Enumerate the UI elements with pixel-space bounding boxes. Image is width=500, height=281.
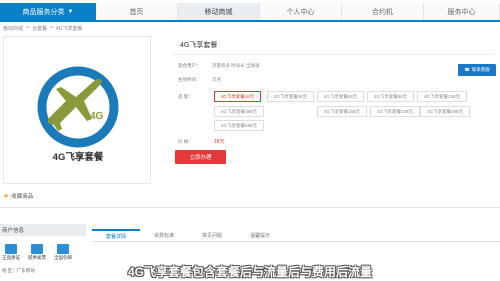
video-subtitle: 4G飞享套餐包含套餐后与流量后与费用后流量: [127, 265, 372, 279]
price-label: 价 格：: [178, 139, 193, 144]
star-icon: ★: [3, 193, 10, 200]
product-image-caption: 4G飞享套餐: [52, 152, 104, 163]
price-value: 18元: [214, 139, 225, 145]
nav-mall[interactable]: 移动商城: [178, 3, 260, 20]
free-shipping-label: 全国包邮: [54, 255, 72, 260]
contact-service-label: 联系客服: [471, 67, 490, 72]
package-option-158[interactable]: 4G飞享套餐158元: [317, 106, 367, 117]
suitable-users-label: 适合用户：: [178, 63, 201, 68]
tab-fee-standard[interactable]: 资费标准: [140, 229, 188, 241]
genuine-guarantee: 正品保证: [2, 244, 20, 261]
package-option-138[interactable]: 4G飞享套餐138元: [417, 91, 467, 102]
effective-time-label: 生效时间：: [178, 77, 201, 82]
category-label: 商品服务分类: [22, 8, 65, 16]
package-option-58[interactable]: 4G飞享套餐58元: [317, 91, 364, 102]
invoice-icon: [31, 244, 43, 254]
breadcrumb-separator: >: [49, 25, 53, 31]
invoice-provided: 提供发票: [28, 244, 46, 261]
package-option-38[interactable]: 4G飞享套餐38元: [267, 91, 314, 102]
favorite-label: 收藏商品: [11, 194, 34, 200]
tab-package-details[interactable]: 套餐详情: [92, 229, 140, 241]
package-option-18[interactable]: 4G飞享套餐18元: [214, 91, 261, 102]
package-option-588[interactable]: 4G飞享套餐588元: [214, 120, 264, 131]
breadcrumb: 移动商城 > 合套餐 > 4G飞享套餐: [3, 25, 83, 32]
product-title: 4G飞享套餐: [180, 42, 218, 49]
tab-tips[interactable]: 温馨提示: [236, 229, 284, 241]
section-divider: [0, 207, 500, 208]
nav-personal[interactable]: 个人中心: [260, 3, 342, 20]
headset-icon: ☎: [464, 67, 470, 72]
contact-service-button[interactable]: ☎ 联系客服: [458, 64, 496, 76]
detail-tabs: 套餐详情 资费标准 常见问题 温馨提示: [92, 229, 500, 242]
package-option-88[interactable]: 4G飞享套餐88元: [367, 91, 414, 102]
package-option-388[interactable]: 4G飞享套餐388元: [214, 106, 264, 117]
tab-faq[interactable]: 常见问题: [188, 229, 236, 241]
product-info: 适合用户： 流量很多 时间长 全球通 生效时间： 次月 选 套： 4G飞享套餐1…: [172, 54, 494, 156]
top-nav: 商品服务分类 ▼ 首页 移动商城 个人中心 合约机 服务中心: [0, 3, 500, 22]
effective-time-value: 次月: [212, 77, 221, 82]
invoice-label: 提供发票: [28, 255, 46, 260]
page: 商品服务分类 ▼ 首页 移动商城 个人中心 合约机 服务中心 移动商城 > 合套…: [0, 0, 500, 281]
suitable-users-value: 流量很多 时间长 全球通: [212, 63, 260, 68]
nav-home[interactable]: 首页: [96, 3, 178, 20]
logo-badge: 4G: [90, 111, 104, 122]
genuine-guarantee-label: 正品保证: [2, 255, 20, 260]
nav-contract-phone[interactable]: 合约机: [342, 3, 424, 20]
breadcrumb-item[interactable]: 合套餐: [32, 25, 47, 32]
package-option-238[interactable]: 4G飞享套餐238元: [370, 106, 420, 117]
truck-icon: [57, 244, 69, 254]
nav-service-center[interactable]: 服务中心: [424, 3, 500, 20]
free-shipping: 全国包邮: [54, 244, 72, 261]
breadcrumb-separator: >: [26, 25, 29, 31]
guarantee-icons: 正品保证 提供发票 全国包邮: [0, 244, 86, 261]
package-option-288[interactable]: 4G飞享套餐288元: [420, 106, 470, 117]
favorite-button[interactable]: ★ 收藏商品: [3, 192, 33, 200]
package-label: 选 套：: [178, 94, 193, 99]
breadcrumb-item: 4G飞享套餐: [55, 26, 83, 32]
breadcrumb-item[interactable]: 移动商城: [3, 25, 23, 32]
shield-icon: [5, 244, 17, 254]
chevron-down-icon: ▼: [67, 8, 74, 15]
buy-now-button[interactable]: 立即办理: [175, 150, 226, 164]
merchant-info-title: 商户信息: [0, 224, 86, 236]
product-image: 4G 4G飞享套餐: [3, 36, 151, 184]
category-menu-button[interactable]: 商品服务分类 ▼: [0, 3, 96, 20]
